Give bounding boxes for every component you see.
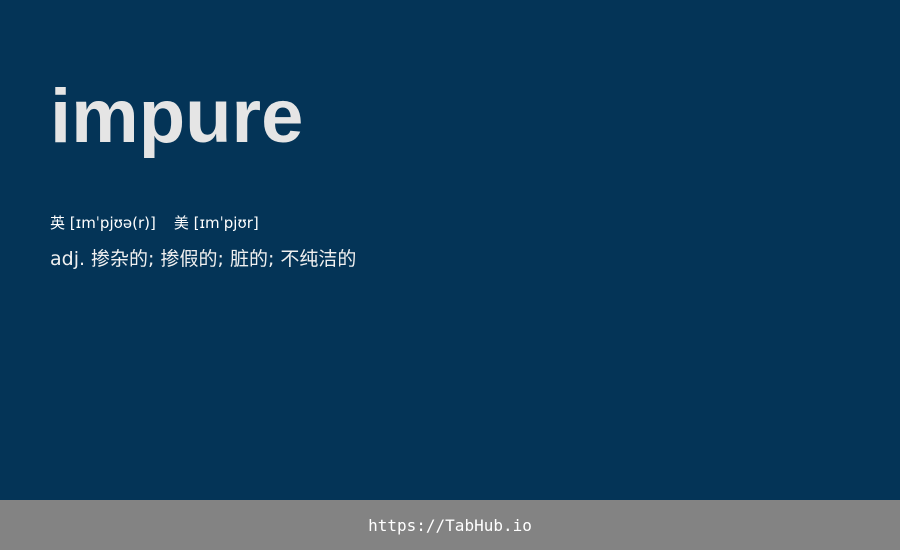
phonetics-row: 英 [ɪmˈpjʊə(r)] 美 [ɪmˈpjʊr]: [50, 213, 259, 233]
headword: impure: [50, 74, 304, 159]
footer-bar: https://TabHub.io: [0, 500, 900, 550]
definition: adj. 掺杂的; 掺假的; 脏的; 不纯洁的: [50, 248, 357, 270]
phonetic-uk: 英 [ɪmˈpjʊə(r)]: [50, 214, 156, 232]
phonetic-us: 美 [ɪmˈpjʊr]: [173, 214, 259, 232]
word-card: impure 英 [ɪmˈpjʊə(r)] 美 [ɪmˈpjʊr] adj. 掺杂…: [0, 0, 900, 550]
footer-link[interactable]: https://TabHub.io: [368, 516, 532, 535]
